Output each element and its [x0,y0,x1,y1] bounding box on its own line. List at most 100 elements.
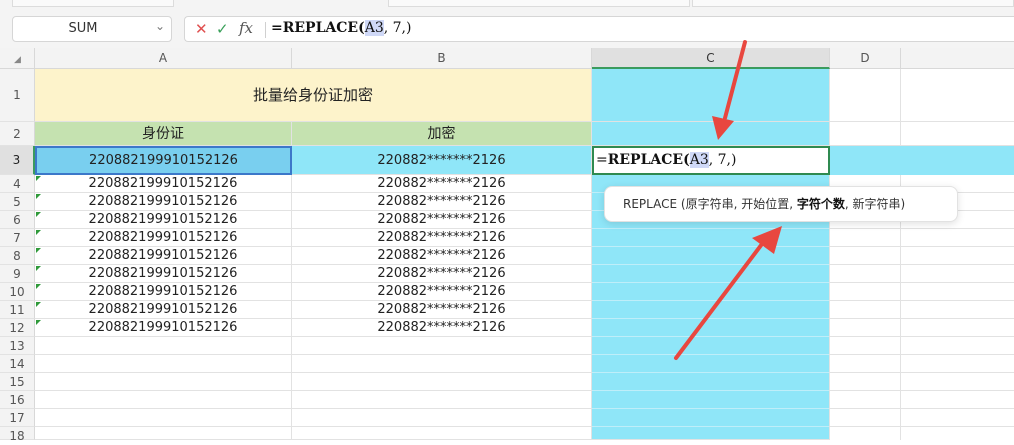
cell-d2[interactable] [830,122,901,146]
id-cell[interactable]: 220882199910152126 [35,175,292,193]
id-cell[interactable]: 220882199910152126 [35,301,292,319]
name-box-value: SUM [68,21,98,36]
row-header[interactable]: 12 [0,319,35,337]
cell-d1[interactable] [830,69,901,122]
row-header[interactable]: 13 [0,337,35,355]
row-header[interactable]: 5 [0,193,35,211]
cell-e2[interactable] [901,122,1014,146]
id-cell[interactable]: 220882199910152126 [35,229,292,247]
header-cell-masked[interactable]: 加密 [292,122,592,146]
text-number-marker [36,266,41,271]
row-header[interactable]: 1 [0,69,35,122]
select-all-icon: ◢ [14,55,21,65]
id-cell[interactable]: 220882199910152126 [35,211,292,229]
column-header-b[interactable]: B [292,48,592,69]
empty-cell[interactable] [292,409,592,427]
masked-cell[interactable]: 220882*******2126 [292,265,592,283]
select-all-corner[interactable]: ◢ [0,48,35,69]
row-header[interactable]: 17 [0,409,35,427]
text-number-marker [36,248,41,253]
empty-cell[interactable] [292,355,592,373]
id-cell[interactable]: 220882199910152126 [35,247,292,265]
edit-prefix: = [596,152,608,168]
empty-cell[interactable] [292,391,592,409]
row-header[interactable]: 15 [0,373,35,391]
formula-text-suffix: , 7,) [383,20,412,36]
tooltip-function-name: REPLACE [623,197,678,211]
header-cell-id[interactable]: 身份证 [35,122,292,146]
text-number-marker [36,284,41,289]
row-header[interactable]: 9 [0,265,35,283]
text-number-marker [36,176,41,181]
formula-bar: SUM ⌄ ✕ ✓ fx =REPLACE(A3, 7,) [0,10,1014,49]
row-header[interactable]: 11 [0,301,35,319]
text-number-marker [36,230,41,235]
empty-cell[interactable] [35,427,292,440]
toolbar-segment [12,0,174,7]
confirm-icon[interactable]: ✓ [216,20,229,38]
edit-reference: A3 [689,152,709,168]
id-cell[interactable]: 220882199910152126 [35,283,292,301]
row-header[interactable]: 14 [0,355,35,373]
column-header-d[interactable]: D [830,48,901,69]
empty-cell[interactable] [35,391,292,409]
row-header[interactable]: 16 [0,391,35,409]
empty-cell[interactable] [35,409,292,427]
row-header[interactable]: 8 [0,247,35,265]
masked-cell[interactable]: 220882*******2126 [292,301,592,319]
edit-function-name: REPLACE [607,152,684,168]
masked-cell[interactable]: 220882*******2126 [292,229,592,247]
formula-reference: A3 [364,20,384,36]
empty-cell[interactable] [292,337,592,355]
row-header[interactable]: 18 [0,427,35,443]
text-number-marker [36,194,41,199]
empty-cell[interactable] [292,373,592,391]
row-header[interactable]: 6 [0,211,35,229]
column-header-a[interactable]: A [35,48,292,69]
cell-c3-editor[interactable]: =REPLACE(A3, 7,) [592,146,830,175]
masked-cell[interactable]: 220882*******2126 [292,247,592,265]
toolbar-segment [388,0,690,7]
function-signature-tooltip: REPLACE (原字符串, 开始位置, 字符个数, 新字符串) [604,186,958,222]
cancel-icon[interactable]: ✕ [195,20,208,38]
row-header[interactable]: 10 [0,283,35,301]
masked-cell[interactable]: 220882*******2126 [292,211,592,229]
toolbar-segment [692,0,1014,7]
masked-cell[interactable]: 220882*******2126 [292,319,592,337]
empty-cell[interactable] [35,355,292,373]
masked-cell[interactable]: 220882*******2126 [292,175,592,193]
masked-cell[interactable]: 220882*******2126 [292,283,592,301]
cell-a3-selected[interactable]: 220882199910152126 [35,146,292,175]
text-number-marker [36,320,41,325]
row-header[interactable]: 2 [0,122,35,146]
formula-text-prefix: =REPLACE( [271,20,365,36]
cell-e1[interactable] [901,69,1014,122]
masked-cell[interactable]: 220882*******2126 [292,193,592,211]
row-header[interactable]: 4 [0,175,35,193]
cell-c1[interactable] [592,69,830,122]
insert-function-icon[interactable]: fx [239,19,253,37]
cell-b3[interactable]: 220882*******2126 [292,146,592,175]
formula-input[interactable]: =REPLACE(A3, 7,) [271,20,411,36]
chevron-down-icon[interactable]: ⌄ [155,19,165,33]
id-cell[interactable]: 220882199910152126 [35,265,292,283]
spreadsheet-grid[interactable]: ◢ A B C D 1 2 3 4 5 6 7 8 9 10 11 12 13 … [0,48,1014,443]
empty-cell[interactable] [35,373,292,391]
row-header[interactable]: 7 [0,229,35,247]
cell-c2[interactable] [592,122,830,146]
empty-cell[interactable] [292,427,592,440]
sheet-title-cell[interactable]: 批量给身份证加密 [35,69,592,122]
column-header-c[interactable]: C [592,48,830,69]
column-header-e[interactable] [901,48,1014,69]
id-cell[interactable]: 220882199910152126 [35,319,292,337]
tooltip-args-before: (原字符串, 开始位置, [680,197,797,211]
tooltip-current-arg: 字符个数 [796,197,845,211]
name-box[interactable]: SUM ⌄ [12,16,172,42]
formula-input-group: ✕ ✓ fx =REPLACE(A3, 7,) [184,16,1014,42]
row-header[interactable]: 3 [0,146,35,175]
edit-rest: , 7,) [708,152,737,168]
divider [265,22,266,38]
empty-cell[interactable] [35,337,292,355]
id-cell[interactable]: 220882199910152126 [35,193,292,211]
tooltip-args-after: , 新字符串) [844,197,906,211]
